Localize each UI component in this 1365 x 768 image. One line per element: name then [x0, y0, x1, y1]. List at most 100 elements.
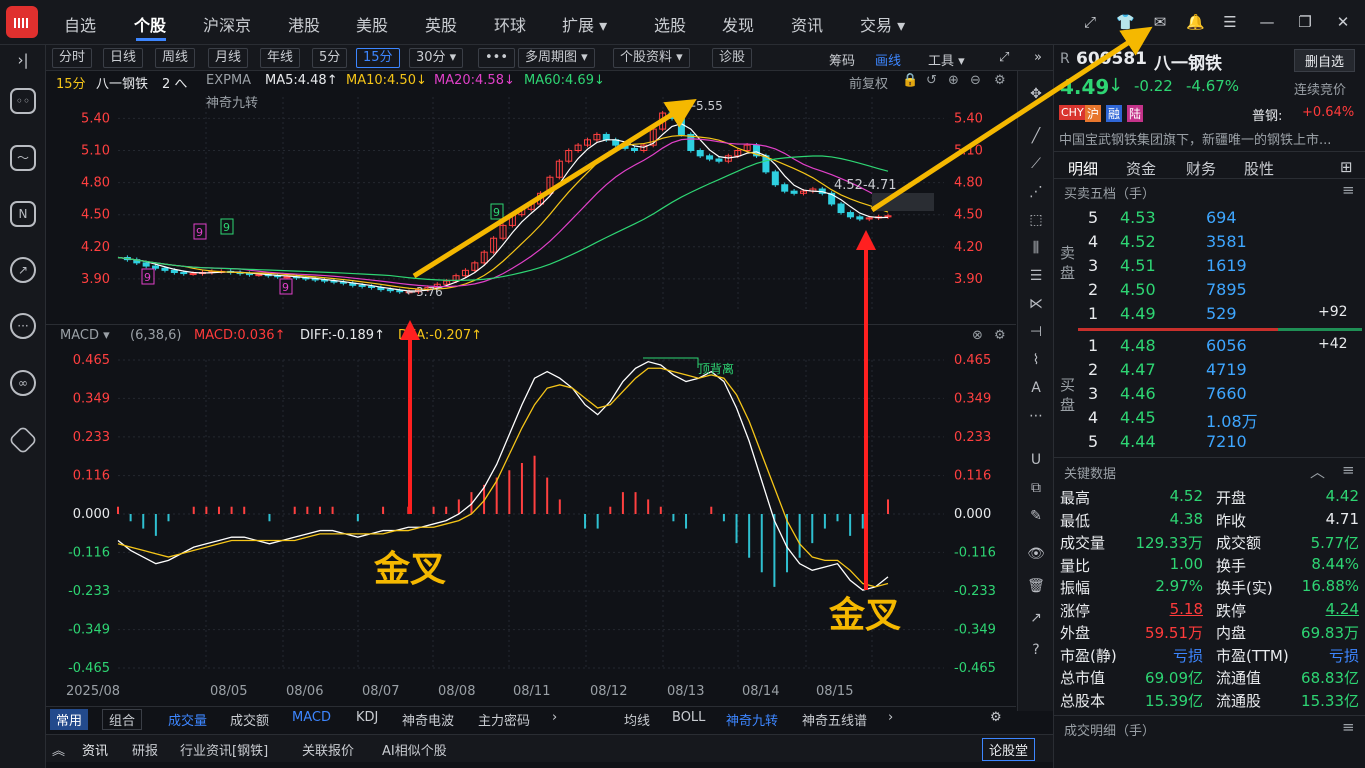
- nav-us[interactable]: 美股: [356, 12, 388, 36]
- sell-order-row[interactable]: 3 4.51 1619: [1086, 254, 1362, 278]
- tools-dropdown[interactable]: 工具 ▾: [928, 50, 965, 69]
- buy-order-row[interactable]: 3 4.46 7660: [1086, 382, 1362, 406]
- sell-order-row[interactable]: 4 4.52 3581: [1086, 230, 1362, 254]
- ind-macd[interactable]: MACD: [292, 710, 331, 725]
- eye-icon[interactable]: 👁: [1027, 545, 1045, 563]
- nav-discover[interactable]: 发现: [722, 12, 754, 36]
- chart-compare-count[interactable]: 2 へ: [162, 73, 187, 92]
- period-intraday[interactable]: 分时: [52, 48, 93, 68]
- news-tab-info[interactable]: 资讯: [82, 740, 108, 759]
- price-chart[interactable]: 5.40 5.40 5.10 5.10 4.80 4.80 4.50 4.50 4.20 4.20…: [46, 91, 1016, 315]
- zoom-out-icon[interactable]: ⊖: [970, 73, 981, 88]
- indicator-settings-icon[interactable]: ⚙: [994, 328, 1006, 343]
- monitor-chart-icon[interactable]: 〜: [10, 145, 36, 171]
- period-week[interactable]: 周线: [155, 48, 196, 68]
- nav-trade[interactable]: 交易 ▾: [860, 12, 905, 36]
- orderbook-menu-icon[interactable]: ≡: [1342, 181, 1355, 199]
- buy-order-row[interactable]: 2 4.47 4719: [1086, 358, 1362, 382]
- ind-mainforce[interactable]: 主力密码: [478, 710, 530, 729]
- help-icon[interactable]: ?: [1027, 641, 1045, 659]
- adjust-mode[interactable]: 前复权: [849, 73, 888, 92]
- buy-order-row[interactable]: 4 4.45 1.08万: [1086, 406, 1362, 431]
- tab-combo[interactable]: 组合: [102, 709, 143, 730]
- bottom-settings-icon[interactable]: ⚙: [990, 710, 1002, 725]
- nav-stock[interactable]: 个股: [134, 12, 166, 36]
- buy-order-row[interactable]: 5 4.44 7210: [1086, 430, 1362, 454]
- collapse-icon[interactable]: ›|: [14, 51, 32, 69]
- diamond-icon[interactable]: [8, 425, 38, 455]
- fib-tool-icon[interactable]: ☰: [1027, 267, 1045, 285]
- fan-tool-icon[interactable]: ⋉: [1027, 295, 1045, 313]
- sell-order-row[interactable]: 2 4.50 7895: [1086, 278, 1362, 302]
- share-icon[interactable]: ↗: [1027, 609, 1045, 627]
- draw-line-button[interactable]: 画线: [875, 50, 901, 69]
- zoom-in-icon[interactable]: ⊕: [948, 73, 959, 88]
- nav-hk[interactable]: 港股: [288, 12, 320, 36]
- mail-icon[interactable]: ✉: [1151, 13, 1169, 31]
- sell-order-row[interactable]: 1 4.49 529 +92: [1086, 302, 1362, 326]
- stock-profile-dropdown[interactable]: 个股资料 ▾: [613, 48, 690, 68]
- settings-icon[interactable]: ⚙: [994, 73, 1006, 88]
- chips-button[interactable]: 筹码: [829, 50, 855, 69]
- edit-icon[interactable]: ✎: [1027, 507, 1045, 525]
- ov-nine[interactable]: 神奇九转: [726, 710, 778, 729]
- ray-tool-icon[interactable]: ⟋: [1027, 155, 1045, 173]
- minimize-icon[interactable]: —: [1258, 13, 1276, 31]
- tab-grid-icon[interactable]: ⊞: [1340, 158, 1353, 176]
- close-icon[interactable]: ✕: [1334, 13, 1352, 31]
- more-periods-button[interactable]: •••: [478, 48, 516, 68]
- robot-icon[interactable]: ◦◦: [10, 88, 36, 114]
- nav-news[interactable]: 资讯: [791, 12, 823, 36]
- news-tab-research[interactable]: 研报: [132, 740, 158, 759]
- lock-icon[interactable]: 🔒: [902, 73, 918, 88]
- expand-right-icon[interactable]: »: [1034, 50, 1042, 65]
- news-tab-industry[interactable]: 行业资讯[钢铁]: [180, 740, 268, 759]
- cursor-icon[interactable]: ✥: [1027, 85, 1045, 103]
- expma-label[interactable]: EXPMA: [206, 73, 251, 88]
- sector-label[interactable]: 普钢:: [1252, 105, 1282, 124]
- keydata-menu-icon[interactable]: ≡: [1342, 461, 1355, 479]
- stock-description[interactable]: 中国宝武钢铁集团旗下，新疆唯一的钢铁上市...: [1059, 129, 1359, 148]
- tab-finance[interactable]: 财务: [1186, 158, 1216, 179]
- ind-kdj[interactable]: KDJ: [356, 710, 378, 725]
- nav-watchlist[interactable]: 自选: [64, 12, 96, 36]
- period-15min[interactable]: 15分: [356, 48, 400, 68]
- diagnose-button[interactable]: 诊股: [712, 48, 753, 68]
- screenshot-icon[interactable]: ⤢: [1081, 13, 1099, 31]
- gauge-icon[interactable]: ↗: [10, 257, 36, 283]
- tab-nature[interactable]: 股性: [1244, 158, 1274, 179]
- news-tab-related[interactable]: 关联报价: [302, 740, 354, 759]
- multi-period-dropdown[interactable]: 多周期图 ▾: [518, 48, 595, 68]
- undo-icon[interactable]: ↺: [926, 73, 937, 88]
- wave-tool-icon[interactable]: ⌇: [1027, 351, 1045, 369]
- restore-icon[interactable]: ❐: [1296, 13, 1314, 31]
- tab-detail[interactable]: 明细: [1068, 158, 1098, 179]
- news-collapse-icon[interactable]: ︽: [52, 740, 65, 759]
- ind-wave[interactable]: 神奇电波: [402, 710, 454, 729]
- measure-tool-icon[interactable]: ⊣: [1027, 323, 1045, 341]
- macd-selector[interactable]: MACD ▾: [60, 328, 110, 343]
- buy-order-row[interactable]: 1 4.48 6056 +42: [1086, 334, 1362, 358]
- nav-uk[interactable]: 英股: [425, 12, 457, 36]
- ov-more-icon[interactable]: ›: [888, 710, 893, 725]
- magnet-icon[interactable]: U: [1027, 451, 1045, 469]
- period-5min[interactable]: 5分: [312, 48, 348, 68]
- parallel-tool-icon[interactable]: ⫼: [1027, 239, 1045, 257]
- close-indicator-icon[interactable]: ⊗: [972, 328, 983, 343]
- news-tab-ai[interactable]: AI相似个股: [382, 740, 447, 759]
- more-tools-icon[interactable]: ⋯: [1027, 407, 1045, 425]
- ov-boll[interactable]: BOLL: [672, 710, 705, 725]
- trash-icon[interactable]: 🗑: [1027, 577, 1045, 595]
- ind-more-icon[interactable]: ›: [552, 710, 557, 725]
- ind-volume[interactable]: 成交量: [168, 710, 207, 729]
- tab-common[interactable]: 常用: [50, 709, 89, 730]
- forum-button[interactable]: 论股堂: [982, 738, 1036, 761]
- remove-watch-button[interactable]: 删自选: [1294, 49, 1356, 72]
- line-tool-icon[interactable]: ╱: [1027, 127, 1045, 145]
- keydata-collapse-icon[interactable]: ︿: [1310, 461, 1325, 482]
- text-tool-icon[interactable]: A: [1027, 379, 1045, 397]
- chat-icon[interactable]: ···: [10, 313, 36, 339]
- nav-hushenjing[interactable]: 沪深京: [203, 12, 251, 36]
- ov-ma[interactable]: 均线: [624, 710, 650, 729]
- notebook-icon[interactable]: N: [10, 201, 36, 227]
